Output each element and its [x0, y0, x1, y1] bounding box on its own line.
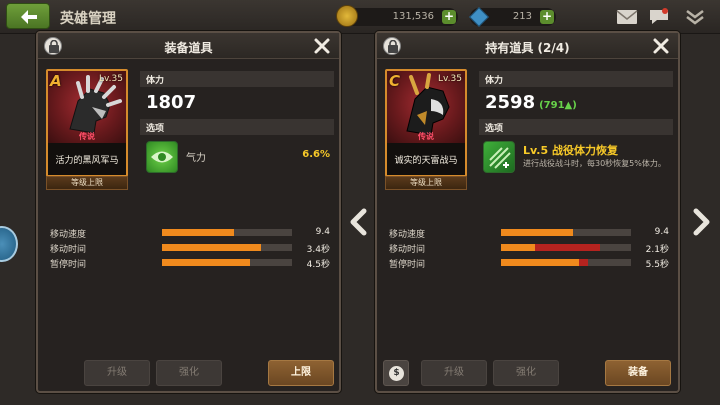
left-arrow-icon[interactable]	[348, 208, 370, 236]
panel-title: 持有道具 (2/4)	[485, 41, 570, 55]
stat-bar	[162, 259, 292, 266]
gem-counter: 213 +	[469, 7, 556, 27]
option-label: 选项	[140, 119, 334, 135]
close-icon[interactable]	[652, 37, 670, 55]
mail-icon[interactable]	[616, 8, 638, 26]
hp-section: 体力 1807 选项 气力 6.6%	[140, 71, 334, 177]
hp-value: 1807	[140, 87, 334, 119]
gold-counter: 131,536 +	[336, 5, 458, 27]
top-bar: 英雄管理 131,536 + 213 +	[0, 0, 720, 34]
stat-bar-decrease	[579, 259, 589, 266]
stat-bar-decrease	[534, 244, 600, 251]
item-rarity: 传说	[79, 132, 95, 141]
collapse-icon[interactable]	[684, 8, 706, 26]
stat-row-move-time: 移动时间 2.1秒	[389, 241, 673, 256]
item-level: Lv.35	[99, 74, 123, 84]
stat-value: 9.4	[315, 227, 330, 237]
option-value: 6.6%	[302, 149, 330, 160]
screen-title: 英雄管理	[60, 11, 116, 27]
panel-title: 装备道具	[164, 41, 213, 55]
panel-header: 持有道具 (2/4)	[377, 33, 678, 59]
gem-amount: 213	[512, 11, 532, 22]
option-label: 选项	[479, 119, 673, 135]
stat-bar	[501, 229, 631, 236]
hp-number: 2598	[485, 92, 536, 113]
item-card[interactable]: A Lv.35 传说 活力的黑风军马	[46, 69, 128, 177]
stat-bars: 移动速度 9.4 移动时间 3.4秒 暂停时间 4.5秒	[50, 226, 334, 271]
item-name: 活力的黑风军马	[48, 143, 126, 175]
add-gem-button[interactable]: +	[540, 10, 554, 24]
item-level: Lv.35	[438, 74, 462, 84]
stat-bar-fill	[501, 229, 573, 236]
chat-icon[interactable]	[648, 8, 670, 26]
item-name: 诚实的天雷战马	[387, 143, 465, 175]
stat-row-move-speed: 移动速度 9.4	[389, 226, 673, 241]
item-rarity: 传说	[418, 132, 434, 141]
coin-icon: $	[389, 366, 404, 381]
gold-coin-icon	[336, 5, 358, 27]
hp-value: 2598 (791▲)	[479, 87, 673, 119]
option-recovery-icon	[483, 141, 515, 173]
item-grade: A	[50, 72, 62, 90]
level-limit-tag: 等级上限	[385, 176, 467, 190]
stat-bar-fill	[501, 244, 535, 251]
sell-button[interactable]: $	[383, 360, 409, 386]
stat-value: 5.5秒	[645, 260, 669, 270]
stat-bar	[162, 229, 292, 236]
stat-label: 暂停时间	[50, 260, 87, 270]
item-grade: C	[389, 72, 401, 90]
level-limit-button[interactable]: 上限	[268, 360, 334, 386]
stat-value: 4.5秒	[306, 260, 330, 270]
stat-bar	[501, 244, 631, 251]
stat-value: 9.4	[654, 227, 669, 237]
right-arrow-icon[interactable]	[690, 208, 712, 236]
upgrade-button[interactable]: 升级	[421, 360, 487, 386]
close-icon[interactable]	[313, 37, 331, 55]
stat-row-pause-time: 暂停时间 5.5秒	[389, 256, 673, 271]
stat-bar	[162, 244, 292, 251]
stat-label: 移动速度	[50, 230, 87, 240]
option-title: Lv.5 战役体力恢复	[523, 144, 618, 157]
stat-label: 移动时间	[389, 245, 426, 255]
gem-icon	[469, 7, 489, 27]
upgrade-button[interactable]: 升级	[84, 360, 150, 386]
stat-row-move-speed: 移动速度 9.4	[50, 226, 334, 241]
hp-label: 体力	[479, 71, 673, 87]
hp-number: 1807	[146, 92, 197, 113]
stat-label: 暂停时间	[389, 260, 426, 270]
enhance-button[interactable]: 强化	[493, 360, 559, 386]
stat-row-move-time: 移动时间 3.4秒	[50, 241, 334, 256]
item-card[interactable]: C Lv.35 传说 诚实的天雷战马	[385, 69, 467, 177]
stat-bar	[501, 259, 631, 266]
stat-value: 2.1秒	[645, 245, 669, 255]
hp-label: 体力	[140, 71, 334, 87]
stat-bar-fill	[162, 259, 251, 266]
back-arrow-icon	[21, 10, 37, 24]
level-limit-tag: 等级上限	[46, 176, 128, 190]
stat-label: 移动时间	[50, 245, 87, 255]
stat-value: 3.4秒	[306, 245, 330, 255]
equip-button[interactable]: 装备	[605, 360, 671, 386]
option-row: 气力 6.6%	[140, 135, 334, 177]
equipped-item-panel: 装备道具 A Lv.35 传说 活力的黑风军马 等级上限 体力 1807 选项	[36, 31, 341, 393]
stat-bars: 移动速度 9.4 移动时间 2.1秒 暂停时间 5.5秒	[389, 226, 673, 271]
option-row: Lv.5 战役体力恢复 进行战役战斗时，每30秒恢复5%体力。	[479, 135, 673, 177]
hero-emblem[interactable]	[0, 226, 18, 262]
owned-item-panel: 持有道具 (2/4) C Lv.35 传说 诚实的天雷战马 等级上限 体力 25…	[375, 31, 680, 393]
gold-amount: 131,536	[392, 11, 434, 22]
option-description: 进行战役战斗时，每30秒恢复5%体力。	[523, 159, 666, 168]
stat-bar-fill	[501, 259, 579, 266]
stat-bar-fill	[162, 244, 261, 251]
option-spirit-icon	[146, 141, 178, 173]
hp-section: 体力 2598 (791▲) 选项 Lv.5 战役体力恢复 进行战役战斗时，每30…	[479, 71, 673, 177]
stat-bar-fill	[162, 229, 234, 236]
stat-row-pause-time: 暂停时间 4.5秒	[50, 256, 334, 271]
hp-bonus: (791▲)	[539, 100, 577, 111]
back-button[interactable]	[6, 3, 50, 29]
panel-header: 装备道具	[38, 33, 339, 59]
enhance-button[interactable]: 强化	[156, 360, 222, 386]
option-name: 气力	[186, 153, 206, 164]
add-gold-button[interactable]: +	[442, 10, 456, 24]
stat-label: 移动速度	[389, 230, 426, 240]
